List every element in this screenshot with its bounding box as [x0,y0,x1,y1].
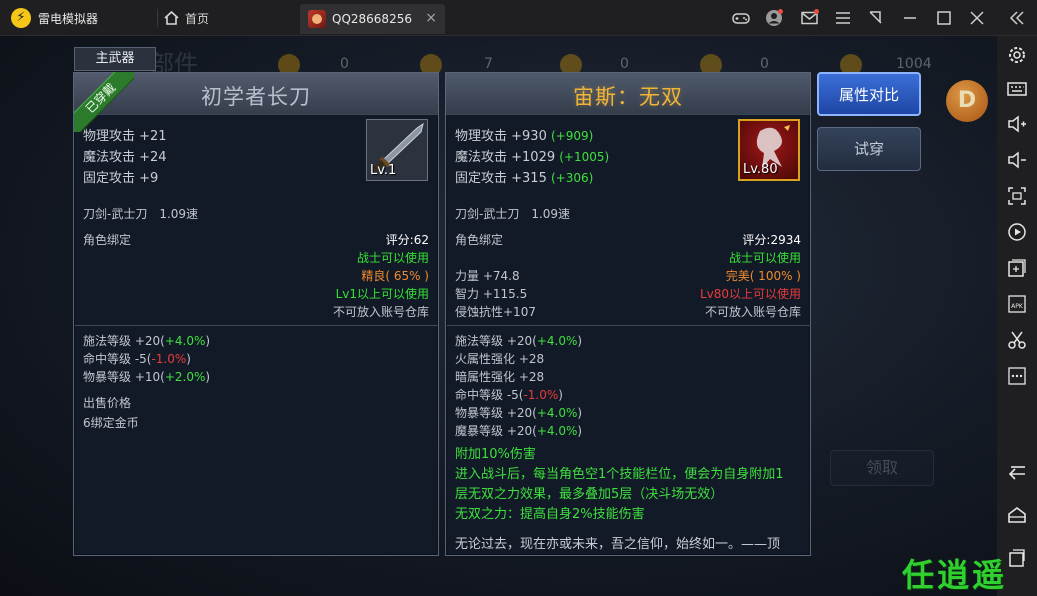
svg-text:APK: APK [1011,303,1024,310]
sub-stat: 施法等级 +20(+4.0%) [455,334,583,348]
item-name: 宙斯：无双 [573,85,683,109]
item-score: 评分:2934 [742,233,801,247]
title-bar: ⚡ 雷电模拟器 首页 QQ28668256 × [0,0,1037,36]
screenshot-icon[interactable] [1005,185,1029,207]
set-effect-line: 附加10%伤害 [455,447,536,462]
set-effect-line: 层无双之力效果，最多叠加5层（决斗场无效） [455,487,724,502]
sub-stat: 施法等级 +20(+4.0%) [83,334,211,348]
bg-claim-button: 领取 [830,450,934,486]
item-type: 刀剑-武士刀 1.09速 [455,207,571,221]
compare-item-panel: 宙斯：无双 物理攻击 +930 (+909) 魔法攻击 +1029 (+1005… [445,72,811,556]
title-separator [157,9,158,27]
apk-icon[interactable]: APK [1005,293,1029,315]
volume-up-icon[interactable] [1005,113,1029,135]
set-effect-line: 进入战斗后，每当角色空1个技能栏位，便会为自身附加1 [455,467,784,482]
maximize-icon[interactable] [934,8,954,28]
menu-icon[interactable] [833,8,853,28]
equipped-ribbon-label: 已穿戴 [74,72,134,132]
watermark-logo: 任逍遥 [902,556,1008,594]
item-icon[interactable]: Lv.1 [366,119,428,181]
home-tab-label: 首页 [185,11,210,26]
equipped-item-panel: 初学者长刀 物理攻击 +21 魔法攻击 +24 固定攻击 +9 Lv.1 刀剑-… [73,72,439,556]
popout-icon[interactable] [866,8,886,28]
stat-magic-attack: 魔法攻击 +24 [83,150,167,165]
add-app-icon[interactable] [1005,257,1029,279]
level-requirement: Lv80以上可以使用 [699,287,801,301]
sub-stat: 魔暴等级 +20(+4.0%) [455,424,583,438]
game-tab[interactable]: QQ28668256 × [300,4,445,34]
game-tab-label: QQ28668256 [332,12,412,26]
recent-apps-icon[interactable] [1005,546,1029,568]
bg-hud-number: 0 [620,56,629,72]
sub-stat: 命中等级 -5(-1.0%) [83,352,191,366]
stat-physical-attack: 物理攻击 +930 (+909) [455,129,594,144]
bg-hud-number: 1004 [896,56,932,72]
collapse-icon[interactable] [1007,8,1027,28]
app-logo-icon: ⚡ [11,8,31,28]
panel-header: 宙斯：无双 [446,73,810,115]
compare-attributes-button[interactable]: 属性对比 [817,72,921,116]
home-tab-icon [164,11,179,25]
item-icon[interactable]: Lv.80 [738,119,800,181]
item-bind: 角色绑定 [83,233,132,247]
home-icon[interactable] [1005,504,1029,526]
item-score: 评分:62 [385,233,429,247]
item-quality: 精良( 65% ) [361,269,429,283]
item-type: 刀剑-武士刀 1.09速 [83,207,199,221]
item-level: Lv.1 [370,163,397,178]
game-tab-icon [308,10,326,28]
attr-strength: 力量 +74.8 [455,269,520,283]
back-icon[interactable] [1005,460,1029,482]
stat-fixed-attack: 固定攻击 +9 [83,171,159,186]
avatar-badge[interactable]: D [946,80,988,122]
scissors-icon[interactable] [1005,329,1029,351]
sub-stat: 物暴等级 +10(+2.0%) [83,370,211,384]
stat-fixed-attack: 固定攻击 +315 (+306) [455,171,594,186]
bg-hud-number: 0 [760,56,769,72]
tab-close-icon[interactable]: × [425,10,437,26]
gamepad-icon[interactable] [731,8,751,28]
sub-stat: 暗属性强化 +28 [455,370,545,384]
equipped-ribbon: 已穿戴 [74,72,134,132]
divider [75,325,439,326]
item-bind: 角色绑定 [455,233,504,247]
app-name: 雷电模拟器 [38,12,99,26]
storage-note: 不可放入账号仓库 [332,305,429,319]
emulator-sidebar: APK [997,36,1037,596]
sub-stat: 物暴等级 +20(+4.0%) [455,406,583,420]
try-on-button[interactable]: 试穿 [817,127,921,171]
item-quality: 完美( 100% ) [725,269,801,283]
sell-price-value: 6绑定金币 [83,416,139,430]
class-requirement: 战士可以使用 [728,251,801,265]
sub-stat: 命中等级 -5(-1.0%) [455,388,563,402]
divider [447,325,811,326]
user-notify-dot [778,9,783,14]
user-icon[interactable] [764,8,784,28]
sub-stat: 火属性强化 +28 [455,352,545,366]
storage-note: 不可放入账号仓库 [704,305,801,319]
home-tab[interactable]: 首页 [164,8,209,28]
mail-icon[interactable] [800,8,820,28]
set-effect-line: 无双之力：提高自身2%技能伤害 [455,507,645,522]
bg-hud-number: 7 [484,56,493,72]
class-requirement: 战士可以使用 [356,251,429,265]
item-lore: 无论过去，现在亦或未来，吾之信仰，始终如一。——顶 [455,537,781,552]
bg-hud-number: 0 [340,56,349,72]
minimize-icon[interactable] [900,8,920,28]
keyboard-icon[interactable] [1005,78,1029,100]
emulator-window: ⚡ 雷电模拟器 首页 QQ28668256 × APK 0 7 0 0 1004… [0,0,1037,596]
stat-magic-attack: 魔法攻击 +1029 (+1005) [455,150,610,165]
level-requirement: Lv1以上可以使用 [335,287,429,301]
close-icon[interactable] [967,8,987,28]
settings-icon[interactable] [1005,44,1029,66]
record-icon[interactable] [1005,221,1029,243]
item-level: Lv.80 [743,162,778,177]
more-icon[interactable] [1005,365,1029,387]
sell-price-label: 出售价格 [83,396,132,410]
volume-down-icon[interactable] [1005,149,1029,171]
attr-intelligence: 智力 +115.5 [455,287,528,301]
attr-erosion-resist: 侵蚀抗性+107 [455,305,536,319]
weapon-slot-tag: 主武器 [74,47,156,71]
mail-notify-dot [814,9,819,14]
